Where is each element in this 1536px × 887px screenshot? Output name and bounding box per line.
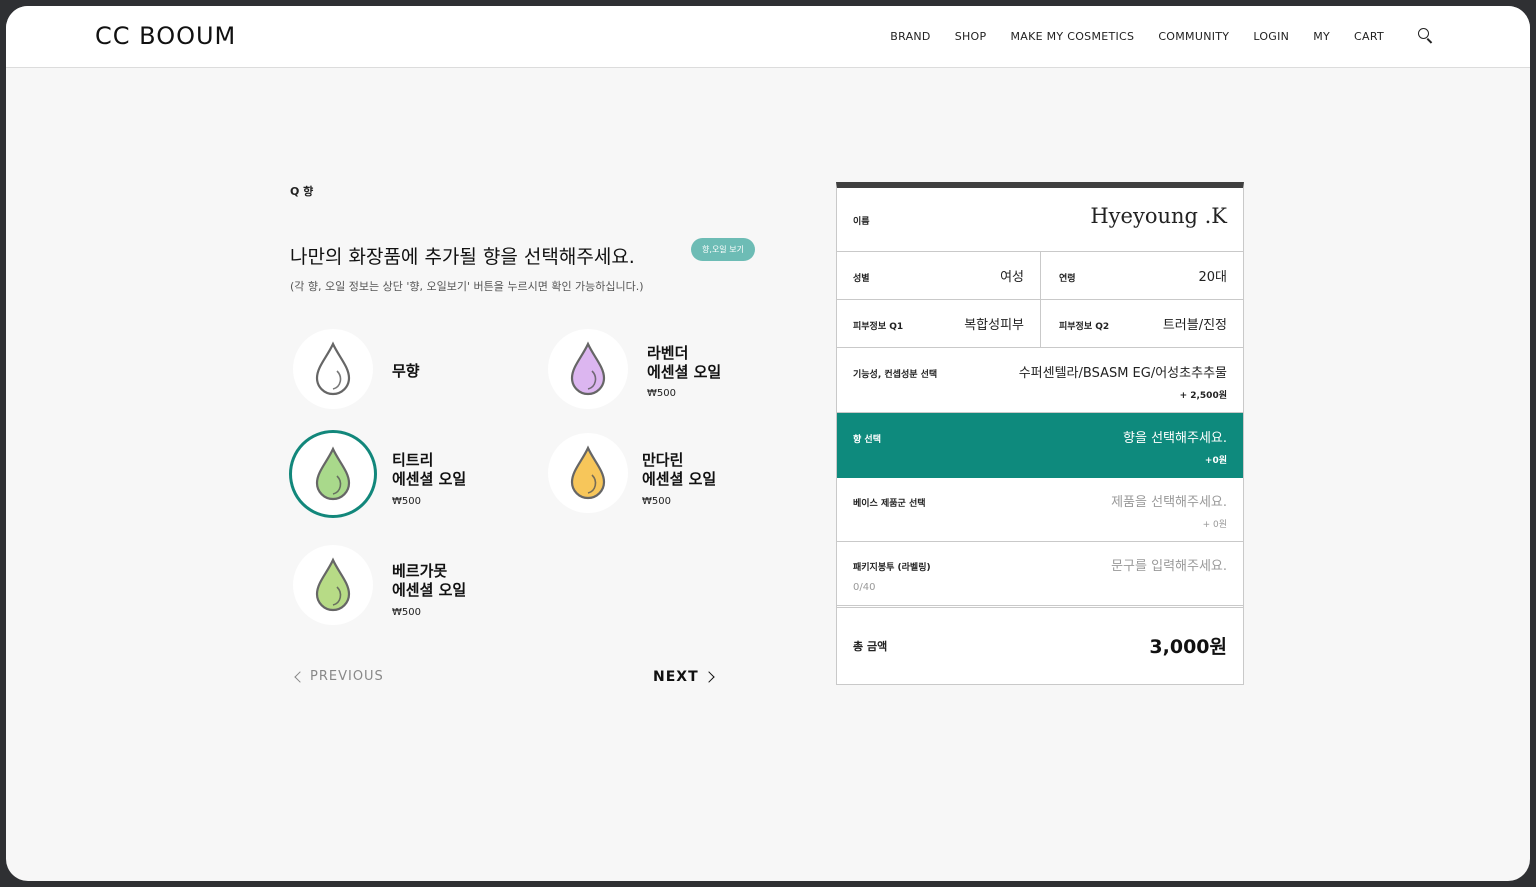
total-value: 3,000원	[1149, 636, 1227, 658]
app-frame: CC BOOUM BRAND SHOP MAKE MY COSMETICS CO…	[6, 6, 1530, 881]
scent-option-bergamot[interactable]: 베르가못 에센셜 오일 ₩500	[293, 545, 493, 627]
question-heading: 나만의 화장품에 추가될 향을 선택해주세요.	[290, 246, 635, 268]
chevron-left-icon	[294, 670, 306, 683]
total-label: 총 금액	[853, 640, 888, 653]
option-name: 만다린 에센셜 오일	[642, 451, 717, 488]
search-icon[interactable]	[1418, 28, 1434, 44]
option-price: ₩500	[392, 496, 421, 507]
nav-brand[interactable]: BRAND	[890, 30, 930, 43]
name-value: Hyeyoung .K	[1090, 204, 1227, 228]
gender-value: 여성	[1000, 270, 1024, 285]
summary-row-skin: 피부정보 Q1 복합성피부 피부정보 Q2 트러블/진정	[837, 300, 1243, 348]
base-price: + 0원	[1202, 520, 1227, 530]
skin-q1-value: 복합성피부	[964, 318, 1024, 333]
site-header: CC BOOUM BRAND SHOP MAKE MY COSMETICS CO…	[6, 6, 1530, 68]
age-label: 연령	[1059, 274, 1076, 284]
nav-shop[interactable]: SHOP	[955, 30, 987, 43]
scent-circle	[548, 329, 628, 409]
skin-q1-label: 피부정보 Q1	[853, 322, 904, 332]
function-label: 기능성, 컨셉성분 선택	[853, 370, 938, 380]
order-summary-panel: 이름 Hyeyoung .K 성별 여성 연령 20대 피부정보 Q1 복합성피…	[836, 182, 1244, 685]
chevron-right-icon	[702, 671, 715, 683]
function-price: + 2,500원	[1179, 391, 1227, 401]
gender-label: 성별	[853, 274, 870, 284]
scent-option-tea-tree[interactable]: 티트리 에센셜 오일 ₩500	[289, 430, 489, 518]
package-label: 패키지봉투 (라벨링)	[853, 563, 931, 573]
brand-logo[interactable]: CC BOOUM	[95, 22, 236, 50]
scent-price: +0원	[1204, 456, 1227, 466]
question-label: Q 향	[290, 185, 314, 198]
summary-row-gender-age: 성별 여성 연령 20대	[837, 252, 1243, 300]
function-value: 수퍼센텔라/BSASM EG/어성초추추물	[1018, 366, 1227, 381]
scent-value: 향을 선택해주세요.	[1123, 431, 1227, 446]
name-label: 이름	[853, 217, 870, 227]
option-price: ₩500	[647, 388, 676, 399]
drop-icon	[570, 341, 606, 396]
skin-q2-value: 트러블/진정	[1162, 318, 1227, 333]
scent-option-lavender[interactable]: 라벤더 에센셜 오일 ₩500	[548, 329, 748, 411]
nav-make-my-cosmetics[interactable]: MAKE MY COSMETICS	[1010, 30, 1134, 43]
age-value: 20대	[1198, 270, 1227, 285]
base-value: 제품을 선택해주세요.	[1111, 495, 1227, 510]
scent-circle	[293, 545, 373, 625]
option-name: 무향	[392, 362, 420, 380]
summary-row-function[interactable]: 기능성, 컨셉성분 선택 수퍼센텔라/BSASM EG/어성초추추물 + 2,5…	[837, 348, 1243, 413]
summary-row-scent[interactable]: 향 선택 향을 선택해주세요. +0원	[837, 413, 1243, 478]
option-price: ₩500	[642, 496, 671, 507]
nav-cart[interactable]: CART	[1354, 30, 1384, 43]
option-name: 티트리 에센셜 오일	[392, 451, 467, 488]
main-nav: BRAND SHOP MAKE MY COSMETICS COMMUNITY L…	[866, 28, 1434, 44]
drop-icon	[315, 446, 351, 501]
scent-circle	[293, 329, 373, 409]
scent-option-unscented[interactable]: 무향	[293, 329, 493, 411]
summary-row-base[interactable]: 베이스 제품군 선택 제품을 선택해주세요. + 0원	[837, 478, 1243, 542]
scent-circle	[548, 433, 628, 513]
nav-my[interactable]: MY	[1313, 30, 1330, 43]
summary-row-total: 총 금액 3,000원	[837, 608, 1243, 685]
scent-option-mandarin[interactable]: 만다린 에센셜 오일 ₩500	[548, 433, 748, 515]
option-price: ₩500	[392, 607, 421, 618]
question-subtext: (각 향, 오일 정보는 상단 '향, 오일보기' 버튼을 누르시면 확인 가능…	[290, 280, 644, 293]
package-input[interactable]: 문구를 입력해주세요.	[1111, 555, 1227, 574]
scent-circle-selected	[289, 430, 377, 518]
option-name: 라벤더 에센셜 오일	[647, 344, 722, 381]
next-button[interactable]: NEXT	[653, 669, 715, 685]
drop-icon	[570, 445, 606, 500]
drop-icon	[315, 341, 351, 396]
skin-q2-label: 피부정보 Q2	[1059, 322, 1110, 332]
summary-row-name: 이름 Hyeyoung .K	[837, 188, 1243, 252]
nav-community[interactable]: COMMUNITY	[1158, 30, 1229, 43]
scent-label: 향 선택	[853, 435, 881, 445]
view-scent-oil-button[interactable]: 향,오일 보기	[691, 238, 755, 261]
previous-button[interactable]: PREVIOUS	[294, 669, 384, 684]
summary-row-package[interactable]: 패키지봉투 (라벨링) 문구를 입력해주세요. 0/40	[837, 542, 1243, 608]
nav-login[interactable]: LOGIN	[1253, 30, 1289, 43]
option-name: 베르가못 에센셜 오일	[392, 562, 467, 599]
package-char-count: 0/40	[853, 582, 876, 593]
drop-icon	[315, 557, 351, 612]
base-label: 베이스 제품군 선택	[853, 499, 926, 509]
